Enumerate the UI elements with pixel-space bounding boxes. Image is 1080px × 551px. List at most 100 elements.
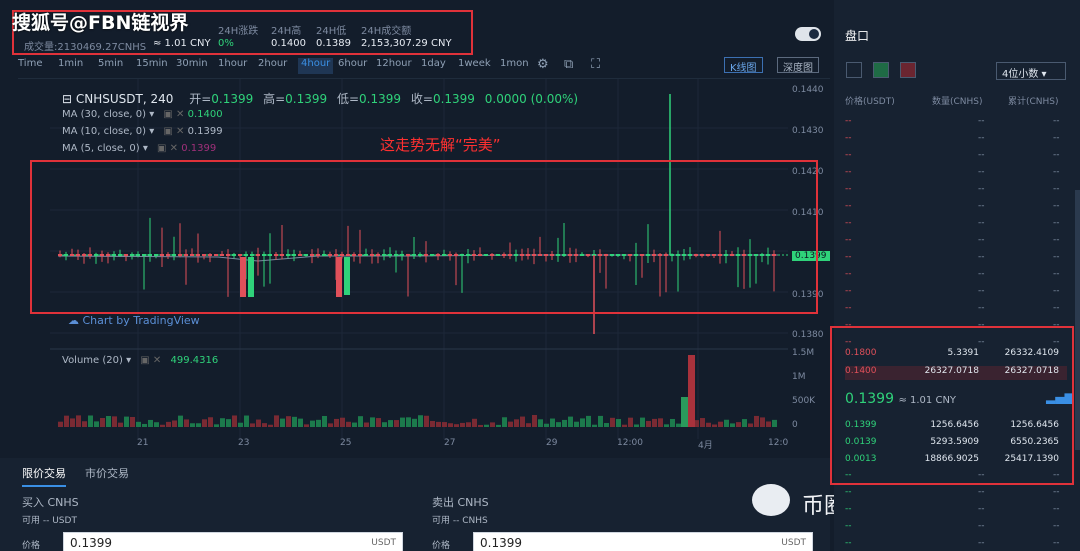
volume-bar — [232, 415, 237, 427]
timeframe-15min[interactable]: 15min — [136, 58, 168, 74]
volume-bar — [652, 418, 657, 427]
bid-row[interactable]: 0.1399 1256.6456 1256.6456 — [845, 420, 1067, 434]
volume-label: 成交量:2130469.27CNHS — [24, 42, 147, 53]
indicator-icon[interactable]: ⧉ — [564, 57, 573, 72]
timeframe-2hour[interactable]: 2hour — [258, 58, 287, 74]
candle-body — [310, 254, 314, 256]
volume-bar — [526, 423, 531, 427]
view-both-icon[interactable] — [846, 62, 862, 78]
decimals-select[interactable]: 4位小数 ▾ — [996, 62, 1066, 80]
candle-body — [520, 254, 524, 256]
candle-body — [190, 254, 194, 256]
candle-body — [496, 254, 500, 256]
view-asks-icon[interactable] — [900, 62, 916, 78]
volume-legend[interactable]: Volume (20) ▾ ▣ ✕ 499.4316 — [62, 355, 218, 366]
tab-limit[interactable]: 限价交易 — [22, 465, 66, 487]
candle-body — [430, 254, 434, 256]
fullscreen-icon[interactable]: ⛶ — [591, 57, 600, 72]
candle-body — [292, 254, 296, 256]
ask-row[interactable]: 0.1800 5.3391 26332.4109 — [845, 348, 1067, 362]
candle-body — [220, 254, 224, 256]
timeframe-1mon[interactable]: 1mon — [500, 58, 529, 74]
candle-body — [748, 254, 752, 256]
orderbook-empty-cell: -- — [845, 538, 852, 548]
volume-bar — [772, 419, 777, 427]
orderbook-empty-cell: -- — [1053, 470, 1060, 480]
timeframe-12hour[interactable]: 12hour — [376, 58, 412, 74]
ask-row[interactable]: 0.1400 26327.0718 26327.0718 — [845, 366, 1067, 380]
volume-bar — [310, 420, 315, 427]
depth-button[interactable]: 深度图 — [777, 57, 819, 74]
ma30-legend[interactable]: MA (30, close, 0) ▾ ▣ ✕ 0.1400 — [62, 109, 223, 120]
candle-body — [388, 254, 392, 256]
candle-body — [336, 257, 342, 297]
kline-button[interactable]: K线图 — [724, 57, 763, 74]
ma5-legend[interactable]: MA (5, close, 0) ▾ ▣ ✕ 0.1399 — [62, 143, 216, 154]
candle-body — [214, 254, 218, 256]
timeframe-5min[interactable]: 5min — [98, 58, 123, 74]
tradingview-credit[interactable]: ☁ Chart by TradingView — [68, 314, 200, 327]
volume-bar — [346, 421, 351, 427]
timeframe-1week[interactable]: 1week — [458, 58, 491, 74]
timeframe-30min[interactable]: 30min — [176, 58, 208, 74]
timeframe-4hour[interactable]: 4hour — [298, 58, 334, 74]
volume-bar — [736, 422, 741, 427]
volume-bar — [292, 416, 297, 427]
volume-bar — [712, 424, 717, 427]
candle-body — [376, 254, 380, 256]
candle-body — [394, 254, 398, 256]
volume-bar — [508, 421, 513, 427]
candle-body — [418, 254, 422, 256]
volume-bar — [394, 420, 399, 427]
price-tick: 0.1430 — [792, 126, 824, 136]
buy-price-input[interactable]: 0.1399 USDT — [63, 532, 403, 551]
time-tick: 25 — [340, 438, 352, 448]
timeframe-1min[interactable]: 1min — [58, 58, 83, 74]
volume-bar — [208, 417, 213, 427]
candle-body — [166, 254, 170, 256]
bid-row[interactable]: 0.0139 5293.5909 6550.2365 — [845, 437, 1067, 451]
settings-icon[interactable]: ⚙ — [537, 57, 549, 72]
volume-bar — [58, 421, 63, 427]
candle-body — [118, 254, 122, 256]
orderbook-empty-cell: -- — [1053, 320, 1060, 330]
volume-bar — [574, 421, 579, 427]
bid-row[interactable]: 0.0013 18866.9025 25417.1390 — [845, 454, 1067, 468]
symbol-label[interactable]: ⊟ CNHSUSDT, 240 — [62, 92, 173, 106]
tab-market[interactable]: 市价交易 — [85, 465, 129, 481]
theme-toggle[interactable] — [795, 27, 821, 41]
candle-body — [202, 254, 206, 256]
orderbook-empty-cell: -- — [978, 303, 985, 313]
orderbook-scrollbar[interactable] — [1075, 190, 1080, 450]
price-tick: 0.1420 — [792, 167, 824, 177]
volume-bar — [544, 423, 549, 427]
volume-bar — [766, 421, 771, 427]
sell-price-label: 价格 — [432, 541, 451, 551]
volume-bar — [502, 417, 507, 427]
volume-bar — [670, 418, 675, 427]
timeframe-1hour[interactable]: 1hour — [218, 58, 247, 74]
volume-bar — [166, 421, 171, 427]
orderbook-empty-cell: -- — [845, 303, 852, 313]
volume-bar — [676, 423, 681, 427]
view-bids-icon[interactable] — [873, 62, 889, 78]
orderbook-empty-cell: -- — [1053, 201, 1060, 211]
sell-price-input[interactable]: 0.1399 USDT — [473, 532, 813, 551]
orderbook-empty-cell: -- — [978, 337, 985, 347]
orderbook-empty-cell: -- — [845, 252, 852, 262]
ma10-legend[interactable]: MA (10, close, 0) ▾ ▣ ✕ 0.1399 — [62, 126, 223, 137]
timeframe-6hour[interactable]: 6hour — [338, 58, 367, 74]
candle-body — [616, 254, 620, 256]
candle-body — [532, 254, 536, 256]
timeframe-1day[interactable]: 1day — [421, 58, 446, 74]
candle-body — [304, 254, 308, 256]
volume-bar — [220, 418, 225, 427]
volume-bar — [340, 417, 345, 427]
volume-tick: 1.5M — [792, 348, 815, 358]
candle-body — [382, 254, 386, 256]
timeframe-time[interactable]: Time — [18, 58, 42, 74]
candle-body — [472, 254, 476, 256]
candle-body — [400, 254, 404, 256]
orderbook-empty-cell: -- — [1053, 167, 1060, 177]
candle-body — [196, 254, 200, 256]
